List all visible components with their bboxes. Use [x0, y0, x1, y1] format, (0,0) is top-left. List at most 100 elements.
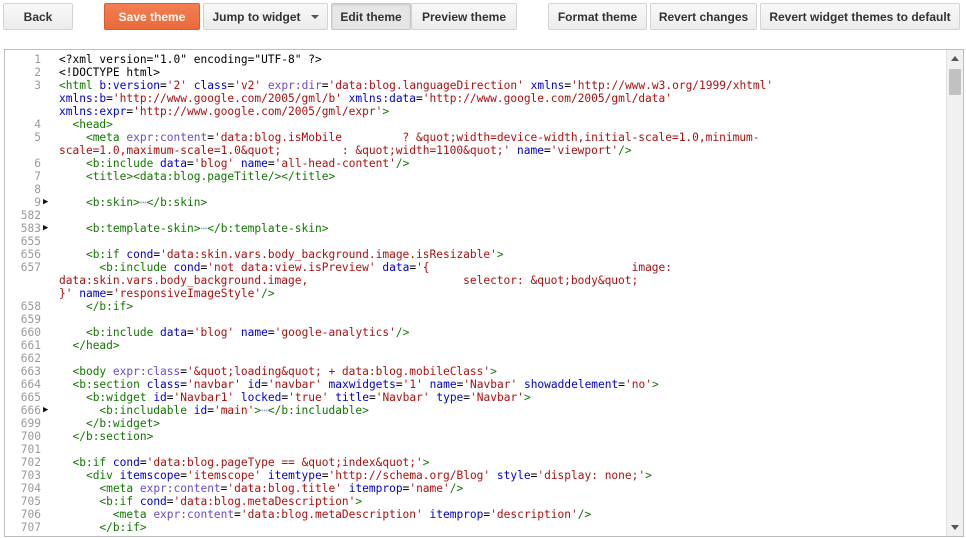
code-token: <!DOCTYPE html>	[59, 66, 161, 79]
code-line[interactable]: 7 <title><data:blog.pageTitle/></title>	[5, 170, 945, 183]
code-token: xmlns:data	[348, 92, 417, 105]
code-line[interactable]: 703 <div itemscope='itemscope' itemtype=…	[5, 469, 945, 482]
jump-to-widget-dropdown[interactable]: Jump to widget	[203, 3, 328, 30]
code-editor[interactable]: 1 <?xml version="1.0" encoding="UTF-8" ?>…	[4, 49, 964, 537]
code-text: <b:includable id='main'>⋯</b:includable>	[59, 404, 369, 417]
code-line[interactable]: 664 <b:section class='navbar' id='navbar…	[5, 378, 945, 391]
line-number: 5	[34, 131, 41, 144]
code-token: '2'	[166, 79, 188, 92]
code-line[interactable]: 660 <b:include data='blog' name='google-…	[5, 326, 945, 339]
code-line[interactable]: 665 <b:widget id='Navbar1' locked='true'…	[5, 391, 945, 404]
code-line[interactable]: 661 </head>	[5, 339, 945, 352]
code-line[interactable]: 666 ▶ <b:includable id='main'>⋯</b:includ…	[5, 404, 945, 417]
code-line[interactable]: 1 <?xml version="1.0" encoding="UTF-8" ?>	[5, 53, 945, 66]
code-token: =	[139, 456, 147, 469]
code-token: =	[207, 404, 214, 417]
preview-theme-button[interactable]: Preview theme	[411, 3, 517, 30]
code-line[interactable]: 655	[5, 235, 945, 248]
code-line[interactable]: 707 </b:if>	[5, 521, 945, 534]
code-token: 'google-analytics'	[274, 326, 396, 339]
code-line[interactable]: 582	[5, 209, 945, 222]
line-number: 656	[20, 248, 41, 261]
scroll-up-arrow-icon[interactable]	[951, 56, 959, 61]
save-theme-button[interactable]: Save theme	[104, 3, 200, 30]
code-token: 'no'	[625, 378, 652, 391]
revert-changes-button[interactable]: Revert changes	[650, 3, 757, 30]
scroll-down-arrow-icon[interactable]	[951, 525, 959, 530]
code-token: xmlns:b	[59, 92, 107, 105]
code-line[interactable]: 583 ▶ <b:template-skin>⋯</b:template-skin…	[5, 222, 945, 235]
code-line[interactable]: 657 <b:include cond='not data:view.isPre…	[5, 261, 945, 274]
code-line[interactable]: xmlns:b='http://www.google.com/2005/gml/…	[5, 92, 945, 105]
code-line[interactable]: 662	[5, 352, 945, 365]
code-token: cond	[126, 248, 154, 261]
code-token: =	[187, 326, 194, 339]
code-token: <b:include	[85, 326, 161, 339]
code-text: }' name='responsiveImageStyle'/>	[59, 287, 275, 300]
code-token: =	[416, 92, 423, 105]
back-button[interactable]: Back	[3, 3, 73, 30]
code-text: </head>	[59, 339, 119, 352]
code-token: <b:widget	[85, 391, 154, 404]
code-line[interactable]: 3 <html b:version='2' class='v2' expr:dir…	[5, 79, 945, 92]
code-line[interactable]: 9 ▶ <b:skin>⋯</b:skin>	[5, 196, 945, 209]
line-number: 582	[20, 209, 41, 222]
code-token: data	[160, 326, 187, 339]
code-token: <b:skin>	[85, 196, 140, 209]
code-line[interactable]: 6 <b:include data='blog' name='all-head-…	[5, 157, 945, 170]
format-theme-button[interactable]: Format theme	[548, 3, 647, 30]
code-line[interactable]: 699 </b:widget>	[5, 417, 945, 430]
code-line[interactable]: 701	[5, 443, 945, 456]
code-token: 'navbar'	[187, 378, 241, 391]
code-line[interactable]: 704 <meta expr:content='data:blog.title'…	[5, 482, 945, 495]
code-line[interactable]: 2 <!DOCTYPE html>	[5, 66, 945, 79]
folded-ellipsis-icon[interactable]: ⋯	[261, 404, 268, 417]
code-token: >	[355, 495, 363, 508]
code-line[interactable]: xmlns:expr='http://www.google.com/2005/g…	[5, 105, 945, 118]
code-line[interactable]: 5 <meta expr:content='data:blog.isMobile…	[5, 131, 945, 144]
vertical-scrollbar[interactable]	[946, 50, 963, 536]
code-line[interactable]: 659	[5, 313, 945, 326]
code-line[interactable]: 706 <meta expr:content='data:blog.metaDe…	[5, 508, 945, 521]
code-line[interactable]: 658 </b:if>	[5, 300, 945, 313]
code-line[interactable]: 656 <b:if cond='data:skin.vars.body_back…	[5, 248, 945, 261]
code-token: style	[496, 469, 531, 482]
code-token: <b:template-skin>	[85, 222, 201, 235]
code-line[interactable]: 705 <b:if cond='data:blog.metaDescriptio…	[5, 495, 945, 508]
code-line[interactable]: }' name='responsiveImageStyle'/>	[5, 287, 945, 300]
line-number: 666	[20, 404, 41, 417]
revert-widget-themes-button[interactable]: Revert widget themes to default	[760, 3, 960, 30]
line-number: 583	[20, 222, 41, 235]
code-token: </b:if>	[99, 521, 147, 534]
edit-theme-button[interactable]: Edit theme	[331, 3, 411, 30]
line-number: 702	[20, 456, 41, 469]
fold-toggle-icon[interactable]: ▶	[43, 222, 48, 235]
code-token: />	[395, 157, 410, 170]
folded-ellipsis-icon[interactable]: ⋯	[140, 196, 147, 209]
code-line[interactable]: scale=1.0,maximum-scale=1.0&quot; : &quo…	[5, 144, 945, 157]
code-text: <title><data:blog.pageTitle/></title>	[59, 170, 335, 183]
code-token: itemprop	[429, 508, 484, 521]
code-token: 'http://www.google.com/2005/gml/expr'	[133, 105, 383, 118]
fold-toggle-icon[interactable]: ▶	[43, 404, 48, 417]
code-line[interactable]: 8	[5, 183, 945, 196]
code-token: cond	[139, 495, 167, 508]
code-token: class	[146, 378, 181, 391]
code-line[interactable]: data:skin.vars.body_background.image, se…	[5, 274, 945, 287]
fold-toggle-icon[interactable]: ▶	[43, 196, 48, 209]
code-line[interactable]: 663 <body expr:class='&quot;loading&quot…	[5, 365, 945, 378]
code-line[interactable]: 700 </b:section>	[5, 430, 945, 443]
code-token: <meta	[112, 508, 154, 521]
code-line[interactable]: 702 <b:if cond='data:blog.pageType == &q…	[5, 456, 945, 469]
code-line[interactable]: 4 <head>	[5, 118, 945, 131]
line-number: 699	[20, 417, 41, 430]
scrollbar-thumb[interactable]	[949, 69, 961, 95]
